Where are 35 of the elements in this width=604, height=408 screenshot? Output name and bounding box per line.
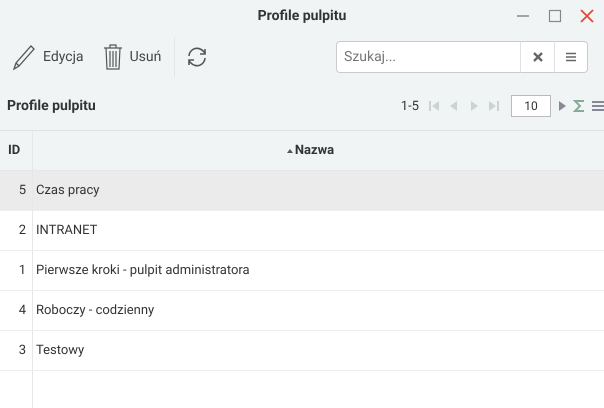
table-cell: Testowy [36,343,84,358]
clear-button[interactable] [520,41,554,73]
edit-button[interactable]: Edycja [6,42,89,72]
window-title: Profile pulpitu [258,8,346,24]
clear-icon [532,51,544,63]
table-cell: 4 [18,303,26,318]
table-cell: 5 [18,183,26,198]
trash-icon [102,42,124,72]
page-range: 1-5 [400,98,419,114]
menu-button[interactable] [554,41,588,73]
table-row[interactable]: 5 Czas pracy [0,171,604,211]
table-cell: Roboczy - codzienny [36,303,154,318]
column-header[interactable]: Nazwa [33,131,604,170]
table-cell: INTRANET [36,223,98,238]
delete-button[interactable]: Usuń [96,42,166,72]
page-size-field[interactable]: 10 [511,95,551,117]
grid-title: Profile pulpitu [7,98,96,114]
sum-icon[interactable] [573,99,586,113]
menu-icon [565,51,577,63]
table-cell: Czas pracy [36,183,100,198]
dropdown-caret-icon[interactable] [557,99,567,113]
table-cell: 1 [18,263,26,278]
maximize-icon[interactable] [548,9,562,23]
column-header[interactable]: ID [0,131,33,170]
table-cell: 2 [18,223,26,238]
table-cell: 3 [18,343,26,358]
menu-icon[interactable] [592,99,604,113]
table-cell: Pierwsze kroki - pulpit administratora [36,263,250,278]
close-icon[interactable] [580,9,594,23]
table-row[interactable]: 4 Roboczy - codzienny [0,291,604,331]
table-row[interactable]: 2 INTRANET [0,211,604,251]
table-row[interactable]: 3 Testowy [0,331,604,371]
refresh-icon [186,46,208,68]
table-row[interactable]: 1 Pierwsze kroki - pulpit administratora [0,251,604,291]
search-field[interactable]: Szukaj... [336,41,520,73]
